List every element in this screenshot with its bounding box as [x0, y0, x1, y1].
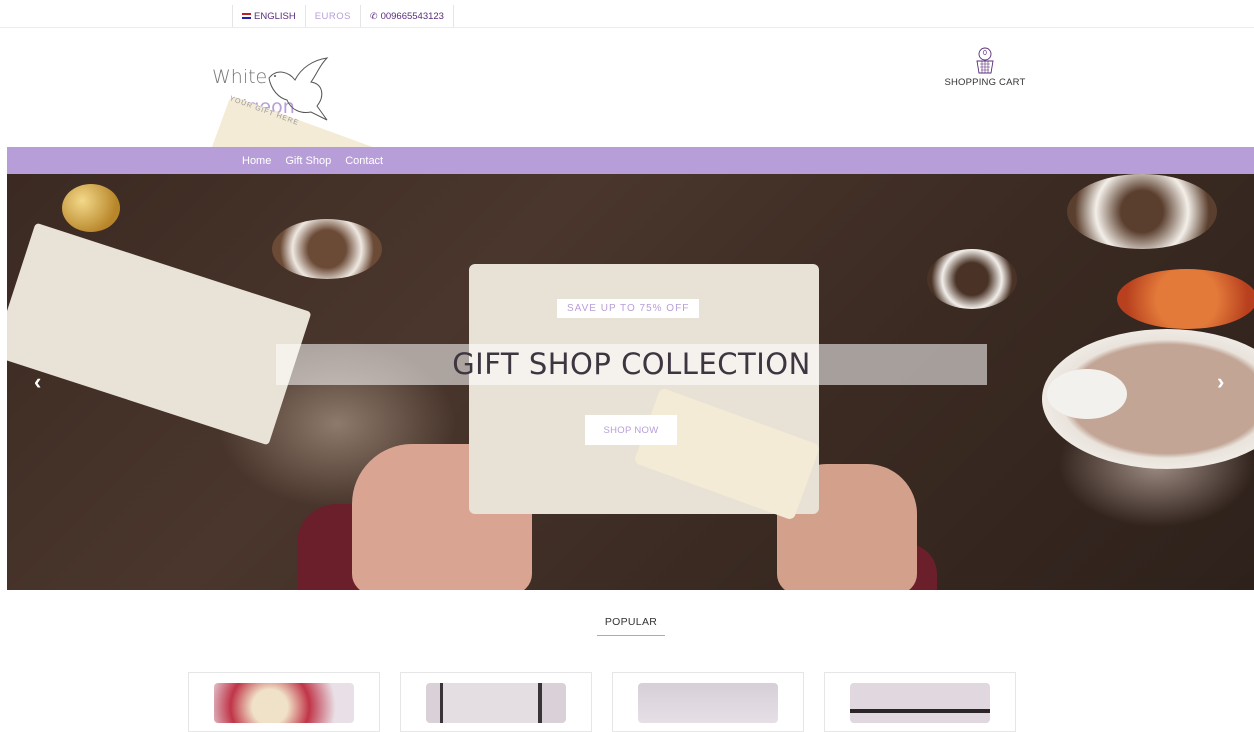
product-card[interactable]	[400, 672, 592, 732]
product-card[interactable]	[824, 672, 1016, 732]
logo-text-white: White	[212, 66, 268, 88]
popular-heading[interactable]: POPULAR	[597, 616, 665, 636]
phone-number: 009665543123	[380, 10, 444, 22]
phone-icon: ✆	[370, 10, 378, 21]
top-bar-links: ENGLISH EUROS ✆ 009665543123	[232, 5, 454, 27]
phone-link[interactable]: ✆ 009665543123	[361, 5, 454, 27]
top-bar: ENGLISH EUROS ✆ 009665543123	[0, 0, 1254, 28]
snowman-marshmallow	[1047, 369, 1127, 419]
hero-slider: SAVE UP TO 75% OFF GIFT SHOP COLLECTION …	[7, 174, 1254, 590]
pinecone	[1067, 174, 1217, 249]
shopping-cart[interactable]: 0 SHOPPING CART	[940, 46, 1030, 88]
product-image	[638, 683, 778, 723]
pinecone	[927, 249, 1017, 309]
nav-item-home[interactable]: Home	[242, 155, 271, 167]
pinecone	[272, 219, 382, 279]
dried-orange	[1117, 269, 1254, 329]
currency-label: EUROS	[314, 10, 352, 22]
nav-item-gift-shop[interactable]: Gift Shop	[285, 155, 331, 167]
nav-item-contact[interactable]: Contact	[345, 155, 383, 167]
heading-underline	[597, 635, 665, 636]
gold-ornament	[62, 184, 120, 232]
product-card[interactable]	[188, 672, 380, 732]
hero-title: GIFT SHOP COLLECTION	[452, 347, 811, 381]
language-label: ENGLISH	[254, 10, 296, 22]
basket-icon: 0	[974, 46, 996, 76]
cart-count: 0	[983, 50, 987, 57]
popular-label: POPULAR	[604, 616, 658, 628]
uk-flag-icon	[242, 13, 251, 19]
site-logo[interactable]: White Pigeon YOUR GIFT HERE	[203, 52, 391, 229]
currency-selector[interactable]: EUROS	[306, 5, 362, 27]
main-nav: Home Gift Shop Contact	[7, 147, 1254, 174]
product-image	[426, 683, 566, 723]
prev-slide-icon[interactable]: ‹	[34, 370, 41, 394]
product-image	[214, 683, 354, 723]
product-card[interactable]	[612, 672, 804, 732]
sale-badge: SAVE UP TO 75% OFF	[557, 299, 700, 318]
product-image	[850, 683, 990, 723]
language-selector[interactable]: ENGLISH	[233, 5, 306, 27]
wrapped-gift	[7, 222, 312, 446]
next-slide-icon[interactable]: ›	[1217, 370, 1224, 394]
cart-label: SHOPPING CART	[944, 77, 1026, 88]
shop-now-button[interactable]: SHOP NOW	[585, 415, 677, 445]
dove-icon	[268, 57, 329, 121]
